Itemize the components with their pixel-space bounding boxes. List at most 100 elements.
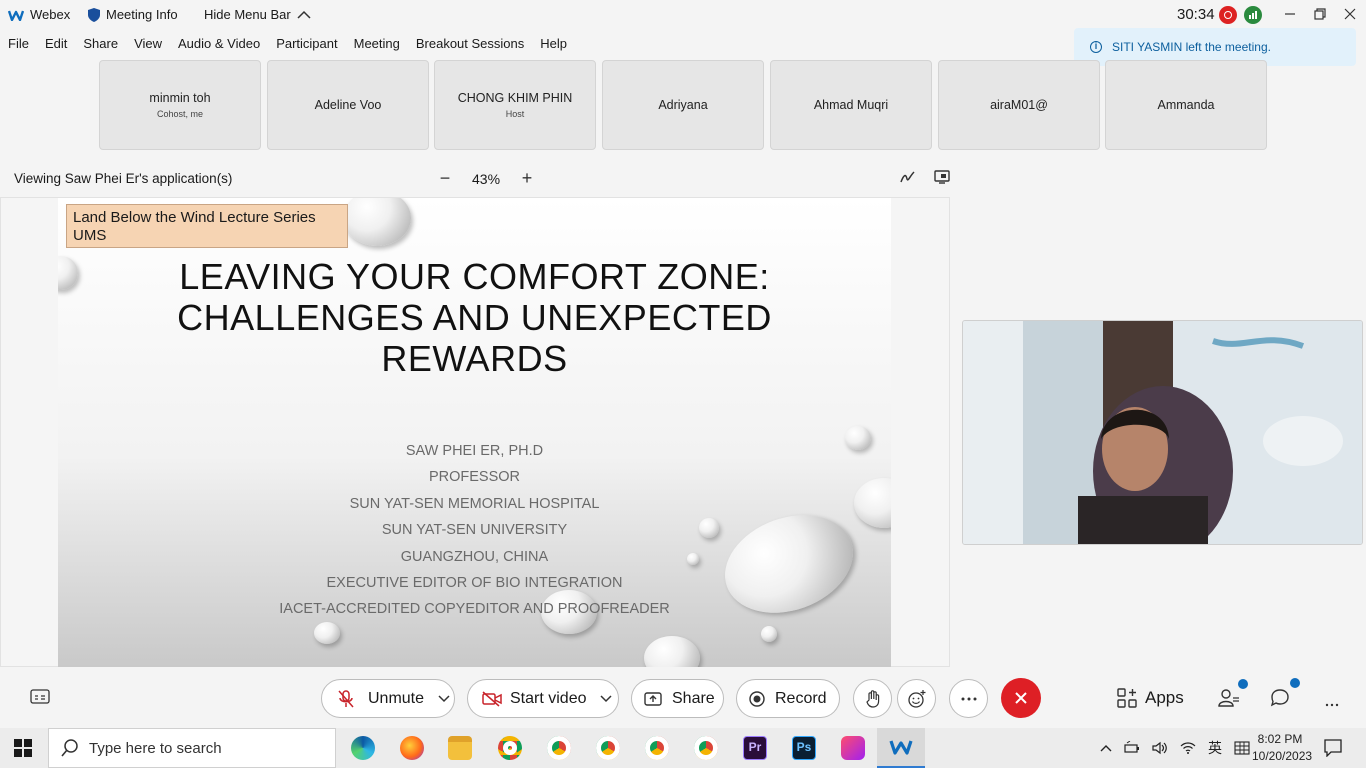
wps-office-icon[interactable]: [841, 736, 865, 760]
participant-tile[interactable]: Ahmad Muqri: [770, 60, 932, 150]
self-video-feed[interactable]: [962, 320, 1363, 545]
chevron-down-icon[interactable]: [600, 694, 613, 703]
share-button[interactable]: Share: [631, 679, 724, 718]
start-video-button[interactable]: Start video: [467, 679, 619, 718]
system-tray: 英: [1100, 728, 1250, 768]
menu-help[interactable]: Help: [532, 32, 575, 56]
more-options-button[interactable]: [949, 679, 988, 718]
close-icon[interactable]: [1340, 5, 1360, 25]
presentation-slide: Land Below the Wind Lecture Series UMS L…: [58, 198, 891, 667]
water-drop-image: [58, 256, 78, 290]
wifi-icon[interactable]: [1180, 741, 1196, 755]
windows-logo-icon: [14, 739, 32, 757]
slide-title-line: CHALLENGES AND UNEXPECTED: [177, 297, 772, 338]
minimize-icon[interactable]: [1280, 5, 1300, 25]
participant-name: minmin toh: [149, 91, 211, 105]
title-bar: Webex Meeting Info Hide Menu Bar 30:34: [0, 0, 1366, 30]
record-button[interactable]: Record: [736, 679, 840, 718]
volume-icon[interactable]: [1152, 741, 1168, 755]
action-center-icon[interactable]: [1324, 739, 1342, 760]
chrome-icon[interactable]: [498, 736, 522, 760]
participant-tile[interactable]: minmin toh Cohost, me: [99, 60, 261, 150]
water-drop-image: [711, 498, 867, 630]
annotate-icon[interactable]: [900, 170, 916, 187]
menu-file[interactable]: File: [0, 32, 37, 56]
meeting-info-button[interactable]: Meeting Info: [88, 7, 178, 22]
hide-menu-bar-button[interactable]: Hide Menu Bar: [204, 7, 311, 22]
taskbar-search-box[interactable]: Type here to search: [48, 728, 336, 768]
notification-dot-icon: [1238, 679, 1248, 689]
ellipsis-icon: [961, 697, 976, 700]
slide-line: PROFESSOR: [428, 469, 521, 486]
captions-icon[interactable]: [30, 689, 50, 708]
water-drop-image: [644, 636, 700, 667]
chrome-icon[interactable]: [694, 736, 718, 760]
unmute-button[interactable]: Unmute: [321, 679, 455, 718]
chat-icon: [1270, 689, 1289, 707]
premiere-pro-icon[interactable]: Pr: [743, 736, 767, 760]
participants-panel-button[interactable]: [1218, 679, 1248, 711]
chevron-down-icon[interactable]: [438, 694, 450, 703]
meeting-info-label: Meeting Info: [106, 7, 178, 22]
webex-taskbar-button[interactable]: [877, 728, 925, 768]
leave-meeting-button[interactable]: [1001, 678, 1041, 718]
ime-indicator[interactable]: 英: [1208, 738, 1222, 758]
keyboard-grid-icon[interactable]: [1234, 741, 1250, 755]
participant-tile[interactable]: Adeline Voo: [267, 60, 429, 150]
apps-icon: [1117, 688, 1137, 708]
photoshop-icon[interactable]: Ps: [792, 736, 816, 760]
menu-edit[interactable]: Edit: [37, 32, 75, 56]
reactions-button[interactable]: [897, 679, 936, 718]
menu-meeting[interactable]: Meeting: [346, 32, 408, 56]
hide-menu-label: Hide Menu Bar: [204, 7, 291, 22]
edge-icon[interactable]: [351, 736, 375, 760]
participant-tile[interactable]: CHONG KHIM PHIN Host: [434, 60, 596, 150]
taskbar-clock[interactable]: 8:02 PM 10/20/2023: [1252, 731, 1313, 765]
shield-icon: [88, 7, 100, 22]
file-explorer-icon[interactable]: [448, 736, 472, 760]
muted-microphone-icon: [338, 689, 354, 707]
zoom-out-button[interactable]: −: [436, 168, 454, 189]
chevron-up-icon[interactable]: [1100, 744, 1112, 752]
clock-date: 10/20/2023: [1252, 749, 1313, 763]
slide-title: LEAVING YOUR COMFORT ZONE: CHALLENGES AN…: [118, 256, 831, 379]
view-options-icon[interactable]: [934, 170, 950, 187]
participant-tile[interactable]: Adriyana: [602, 60, 764, 150]
windows-start-button[interactable]: [14, 739, 32, 760]
slide-line: SUN YAT-SEN MEMORIAL HOSPITAL: [349, 495, 600, 512]
panel-more-button[interactable]: [1325, 695, 1339, 710]
water-drop-image: [761, 626, 777, 642]
chrome-icon[interactable]: [596, 736, 620, 760]
chrome-icon[interactable]: [645, 736, 669, 760]
apps-label: Apps: [1145, 688, 1184, 707]
participant-tile[interactable]: airaM01@: [938, 60, 1100, 150]
zoom-level: 43%: [472, 170, 501, 187]
chat-panel-button[interactable]: [1270, 678, 1300, 711]
app-name: Webex: [30, 7, 71, 22]
webex-app-menu[interactable]: Webex: [8, 7, 70, 22]
menu-audio-video[interactable]: Audio & Video: [170, 32, 268, 56]
menu-participant[interactable]: Participant: [268, 32, 345, 56]
record-icon: [749, 690, 765, 707]
apps-button[interactable]: Apps: [1117, 688, 1184, 708]
search-icon: [61, 739, 78, 757]
menu-view[interactable]: View: [126, 32, 170, 56]
network-health-icon[interactable]: [1244, 6, 1262, 24]
restore-icon[interactable]: [1310, 5, 1330, 25]
participant-tile[interactable]: Ammanda: [1105, 60, 1267, 150]
video-off-icon: [482, 690, 502, 707]
participants-icon: [1218, 689, 1239, 707]
battery-icon[interactable]: [1124, 741, 1140, 755]
recording-status-icon[interactable]: [1219, 6, 1237, 24]
participant-name: Ammanda: [1157, 98, 1215, 112]
menu-share[interactable]: Share: [75, 32, 126, 56]
slide-title-line: LEAVING YOUR COMFORT ZONE:: [179, 256, 770, 297]
participant-name: airaM01@: [990, 98, 1048, 112]
chrome-icon[interactable]: [547, 736, 571, 760]
firefox-icon[interactable]: [400, 736, 424, 760]
notification-dot-icon: [1290, 678, 1300, 688]
zoom-in-button[interactable]: +: [518, 168, 536, 189]
raise-hand-button[interactable]: [853, 679, 892, 718]
slide-line: EXECUTIVE EDITOR OF BIO INTEGRATION: [326, 574, 623, 591]
menu-breakout-sessions[interactable]: Breakout Sessions: [408, 32, 532, 56]
